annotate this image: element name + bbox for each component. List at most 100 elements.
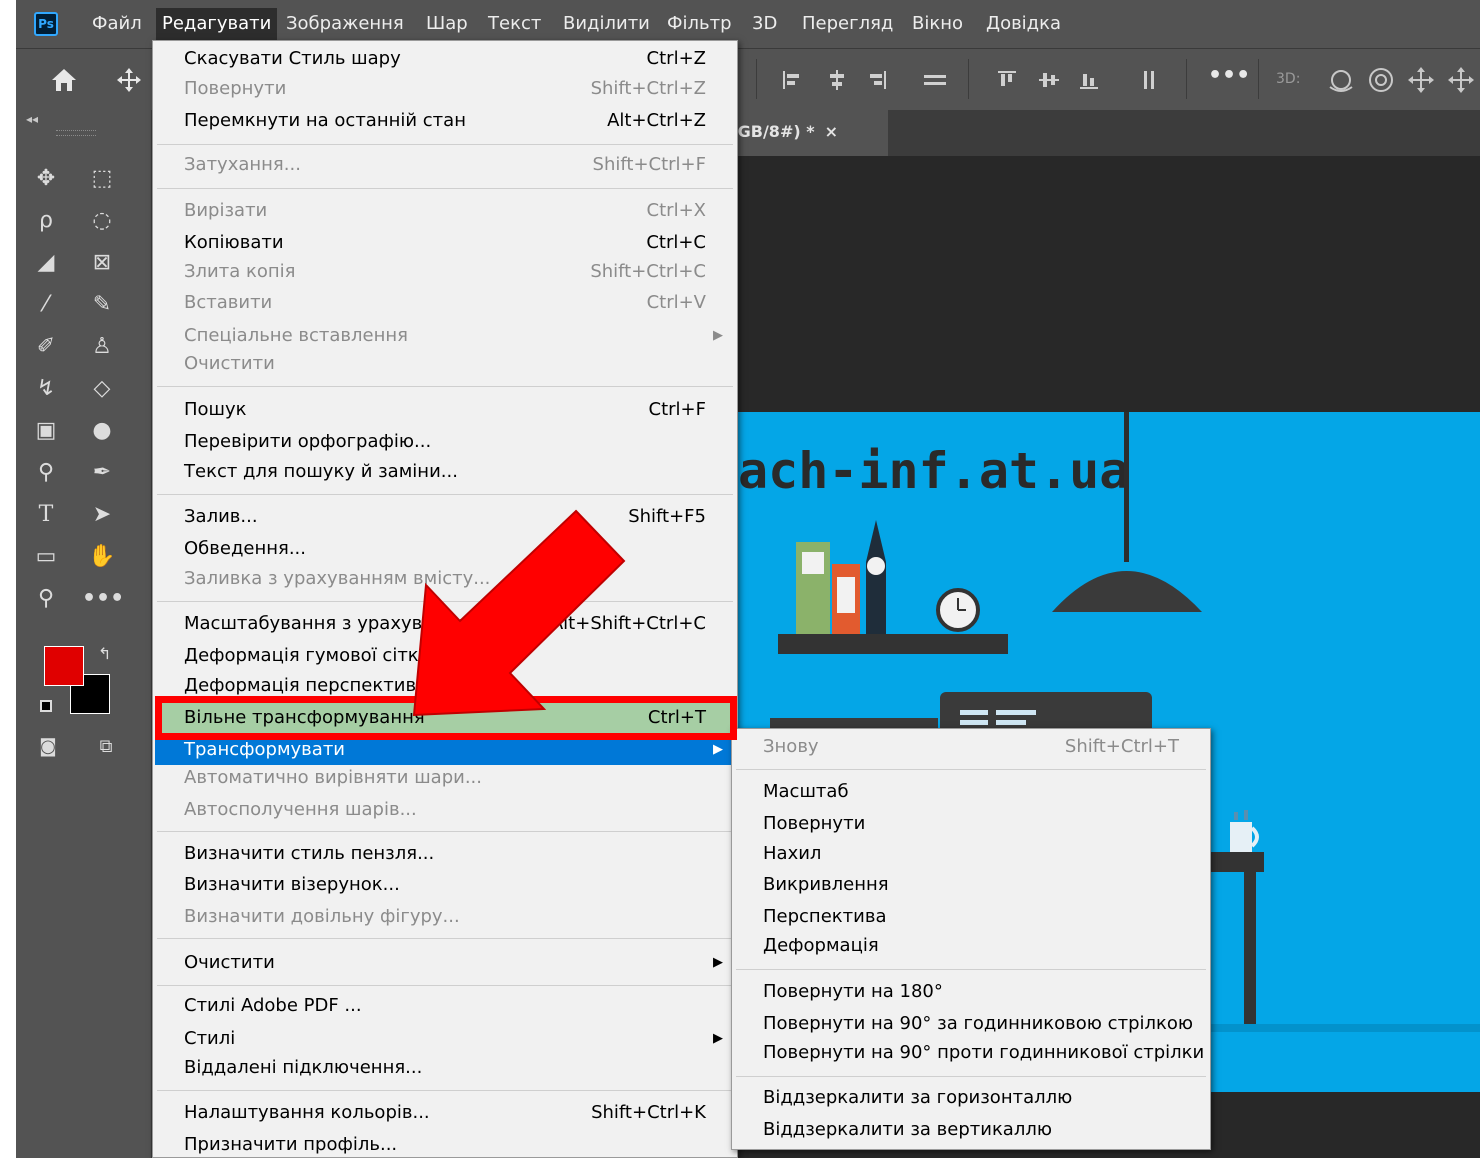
frame-tool-icon[interactable]: ⊠ <box>82 246 122 280</box>
home-icon[interactable] <box>50 67 78 93</box>
path-selection-tool-icon[interactable]: ➤ <box>82 498 122 532</box>
submenu-item-rotate[interactable]: Повернути <box>734 809 1208 839</box>
brush-tool-icon[interactable]: ✐ <box>26 330 66 364</box>
quick-selection-tool-icon[interactable]: ◌ <box>82 204 122 238</box>
menu-layer[interactable]: Шар <box>420 8 474 40</box>
blur-tool-icon[interactable]: ● <box>82 414 122 448</box>
menu-select[interactable]: Виділити <box>557 8 656 40</box>
menu-item-assign-profile[interactable]: Призначити профіль... <box>155 1130 735 1158</box>
healing-brush-tool-icon[interactable]: ✎ <box>82 288 122 322</box>
history-brush-tool-icon[interactable]: ↯ <box>26 372 66 406</box>
menu-item-define-pattern[interactable]: Визначити візерунок... <box>155 870 735 900</box>
collapse-panel-icon[interactable]: ◂◂ <box>26 112 38 126</box>
hand-tool-icon[interactable]: ✋ <box>82 540 122 574</box>
submenu-item-perspective[interactable]: Перспектива <box>734 902 1208 932</box>
menu-item-color-settings[interactable]: Налаштування кольорів... Shift+Ctrl+K <box>155 1098 735 1128</box>
distribute-vertical-icon[interactable] <box>1138 69 1160 91</box>
menu-item-puppet-warp[interactable]: Деформація гумової сітки <box>155 641 735 671</box>
menu-file[interactable]: Файл <box>86 8 148 40</box>
menu-item-auto-align-layers[interactable]: Автоматично вирівняти шари... <box>155 763 735 793</box>
menu-item-content-aware-fill[interactable]: Заливка з урахуванням вмісту... <box>155 564 735 594</box>
submenu-item-again[interactable]: Знову Shift+Ctrl+T <box>734 732 1208 762</box>
close-tab-icon[interactable]: × <box>825 122 838 141</box>
default-colors-icon[interactable] <box>40 700 52 712</box>
submenu-item-distort[interactable]: Викривлення <box>734 870 1208 900</box>
move-tool-icon[interactable] <box>116 67 142 93</box>
crop-tool-icon[interactable]: ◢ <box>26 246 66 280</box>
menu-item-remote-connections[interactable]: Віддалені підключення... <box>155 1053 735 1083</box>
foreground-color-swatch-front[interactable] <box>44 646 84 686</box>
align-center-icon[interactable] <box>826 69 848 91</box>
menu-item-define-custom-shape[interactable]: Визначити довільну фігуру... <box>155 902 735 932</box>
move-tool-icon[interactable]: ✥ <box>26 162 66 196</box>
submenu-item-rotate-90-cw[interactable]: Повернути на 90° за годинниковою стрілко… <box>734 1009 1208 1039</box>
menu-item-copy[interactable]: Копіювати Ctrl+C <box>155 228 735 258</box>
gradient-tool-icon[interactable]: ▣ <box>26 414 66 448</box>
menu-item-presets[interactable]: Стилі ▶ <box>155 1024 735 1054</box>
menu-item-redo[interactable]: Повернути Shift+Ctrl+Z <box>155 74 735 104</box>
menu-item-auto-blend-layers[interactable]: Автосполучення шарів... <box>155 795 735 825</box>
menu-item-define-brush[interactable]: Визначити стиль пензля... <box>155 839 735 869</box>
menu-item-check-spelling[interactable]: Перевірити орфографію... <box>155 427 735 457</box>
eyedropper-tool-icon[interactable]: ⁄ <box>26 288 66 322</box>
menu-item-paste-special[interactable]: Спеціальне вставлення ▶ <box>155 321 735 351</box>
submenu-item-flip-vertical[interactable]: Віддзеркалити за вертикаллю <box>734 1115 1208 1145</box>
menu-item-perspective-warp[interactable]: Деформація перспективи <box>155 671 735 701</box>
slide-3d-icon[interactable] <box>1446 65 1476 95</box>
document-tab[interactable]: (RGB/8#) * × <box>712 110 888 156</box>
menu-item-fade[interactable]: Затухання... Shift+Ctrl+F <box>155 150 735 180</box>
orbit-3d-icon[interactable] <box>1326 65 1356 95</box>
swap-colors-icon[interactable]: ↰ <box>98 644 111 663</box>
menu-item-transform[interactable]: Трансформувати ▶ <box>155 735 735 765</box>
roll-3d-icon[interactable] <box>1366 65 1396 95</box>
menu-item-content-aware-scale[interactable]: Масштабування з урахуванням вмісту Alt+Sh… <box>155 609 735 639</box>
menu-image[interactable]: Зображення <box>280 8 410 40</box>
menu-item-free-transform[interactable]: Вільне трансформування Ctrl+T <box>155 703 735 733</box>
type-tool-icon[interactable]: T <box>26 498 66 532</box>
pan-3d-icon[interactable] <box>1406 65 1436 95</box>
submenu-item-rotate-180[interactable]: Повернути на 180° <box>734 977 1208 1007</box>
menu-item-adobe-pdf-presets[interactable]: Стилі Adobe PDF ... <box>155 991 735 1021</box>
submenu-item-scale[interactable]: Масштаб <box>734 777 1208 807</box>
menu-item-stroke[interactable]: Обведення... <box>155 534 735 564</box>
menu-help[interactable]: Довідка <box>980 8 1067 40</box>
menu-item-fill[interactable]: Залив... Shift+F5 <box>155 502 735 532</box>
eraser-tool-icon[interactable]: ◇ <box>82 372 122 406</box>
distribute-icon[interactable] <box>922 69 948 91</box>
menu-item-copy-merged[interactable]: Злита копія Shift+Ctrl+C <box>155 257 735 287</box>
dodge-tool-icon[interactable]: ⚲ <box>26 456 66 490</box>
panel-grip[interactable] <box>56 130 96 136</box>
zoom-tool-icon[interactable]: ⚲ <box>26 582 66 616</box>
menu-item-paste[interactable]: Вставити Ctrl+V <box>155 288 735 318</box>
menu-filter[interactable]: Фільтр <box>661 8 738 40</box>
menu-type[interactable]: Текст <box>482 8 547 40</box>
quick-mask-icon[interactable]: ◙ <box>28 730 68 764</box>
menu-item-find-replace[interactable]: Текст для пошуку й заміни... <box>155 457 735 487</box>
submenu-item-warp[interactable]: Деформація <box>734 931 1208 961</box>
marquee-tool-icon[interactable]: ⬚ <box>82 162 122 196</box>
menu-item-clear[interactable]: Очистити <box>155 349 735 379</box>
edit-toolbar-icon[interactable]: ••• <box>82 582 124 616</box>
menu-item-undo[interactable]: Скасувати Стиль шару Ctrl+Z <box>155 44 735 74</box>
submenu-item-flip-horizontal[interactable]: Віддзеркалити за горизонталлю <box>734 1083 1208 1113</box>
align-top-icon[interactable] <box>996 69 1018 91</box>
align-left-icon[interactable] <box>781 69 803 91</box>
align-middle-icon[interactable] <box>1038 69 1060 91</box>
menu-edit[interactable]: Редагувати <box>156 8 278 40</box>
lasso-tool-icon[interactable]: ρ <box>26 204 66 238</box>
menu-item-cut[interactable]: Вирізати Ctrl+X <box>155 196 735 226</box>
menu-item-search[interactable]: Пошук Ctrl+F <box>155 395 735 425</box>
menu-window[interactable]: Вікно <box>906 8 969 40</box>
align-right-icon[interactable] <box>866 69 888 91</box>
clone-stamp-tool-icon[interactable]: ♙ <box>82 330 122 364</box>
menu-item-toggle-last-state[interactable]: Перемкнути на останній стан Alt+Ctrl+Z <box>155 106 735 136</box>
submenu-item-skew[interactable]: Нахил <box>734 839 1208 869</box>
menu-item-purge[interactable]: Очистити ▶ <box>155 948 735 978</box>
pen-tool-icon[interactable]: ✒ <box>82 456 122 490</box>
more-options-icon[interactable]: ••• <box>1208 63 1250 88</box>
align-bottom-icon[interactable] <box>1078 69 1100 91</box>
screen-mode-icon[interactable]: ⧉ <box>86 730 126 764</box>
menu-3d[interactable]: 3D <box>746 8 783 40</box>
submenu-item-rotate-90-ccw[interactable]: Повернути на 90° проти годинникової стрі… <box>734 1038 1208 1068</box>
rectangle-tool-icon[interactable]: ▭ <box>26 540 66 574</box>
